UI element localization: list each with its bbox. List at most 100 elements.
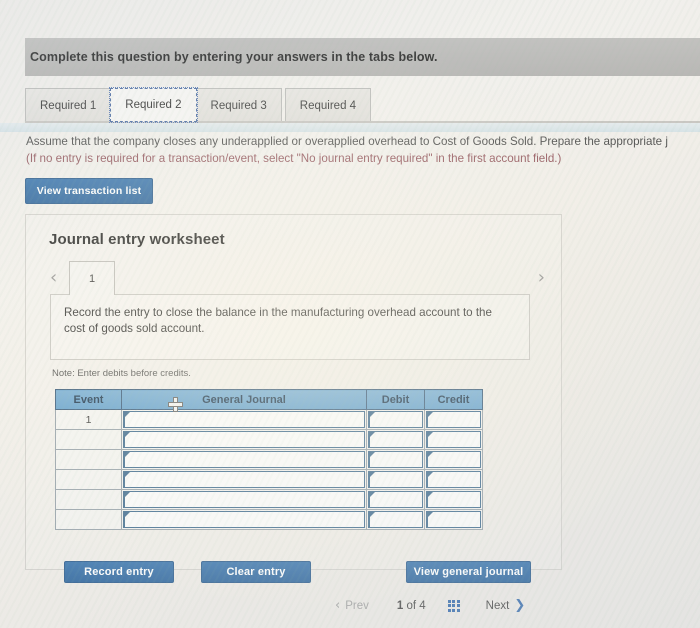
column-header-event: Event bbox=[55, 389, 122, 410]
next-page-button[interactable]: Next ❯ bbox=[486, 598, 526, 613]
record-entry-label: Record entry bbox=[84, 566, 154, 578]
general-journal-input[interactable] bbox=[123, 491, 365, 508]
table-row bbox=[55, 489, 483, 510]
chevron-right-icon[interactable]: › bbox=[538, 267, 545, 288]
tab-required-4[interactable]: Required 4 bbox=[284, 88, 372, 122]
cell-general-journal[interactable] bbox=[121, 449, 367, 470]
table-row bbox=[55, 509, 483, 530]
general-journal-input[interactable] bbox=[123, 511, 365, 528]
cell-event bbox=[55, 469, 122, 490]
tabs-accent-strip bbox=[0, 123, 700, 132]
debit-input[interactable] bbox=[368, 451, 423, 468]
grid-view-icon[interactable] bbox=[447, 599, 460, 612]
cell-event bbox=[55, 489, 122, 510]
cell-credit[interactable] bbox=[424, 469, 483, 490]
required-tabs: Required 1 Required 2 Required 3 Require… bbox=[25, 87, 372, 123]
prev-page-button[interactable]: ‹ Prev bbox=[335, 598, 369, 613]
cell-credit[interactable] bbox=[424, 409, 483, 430]
prev-page-label: Prev bbox=[345, 599, 369, 612]
credit-input[interactable] bbox=[426, 491, 481, 508]
cell-credit[interactable] bbox=[424, 429, 483, 450]
cell-debit[interactable] bbox=[366, 429, 425, 450]
tab-required-3-label: Required 3 bbox=[210, 99, 267, 112]
instructions-line-2: (If no entry is required for a transacti… bbox=[26, 151, 562, 165]
cell-event bbox=[55, 449, 122, 470]
page-counter: 1 of 4 bbox=[397, 600, 426, 612]
cell-debit[interactable] bbox=[366, 449, 425, 470]
tab-required-4-label: Required 4 bbox=[299, 99, 357, 112]
worksheet-entry-nav: ‹ 1 › bbox=[45, 261, 545, 295]
debit-input[interactable] bbox=[368, 431, 423, 448]
credit-input[interactable] bbox=[426, 511, 481, 528]
instruction-band: Complete this question by entering your … bbox=[25, 38, 700, 76]
debit-input[interactable] bbox=[368, 491, 423, 508]
page-counter-of: of bbox=[406, 599, 417, 612]
debit-input[interactable] bbox=[368, 411, 423, 428]
table-row bbox=[55, 469, 483, 490]
tab-required-1[interactable]: Required 1 bbox=[25, 88, 112, 122]
chevron-right-icon: ❯ bbox=[514, 598, 526, 613]
entry-description-box: Record the entry to close the balance in… bbox=[50, 294, 530, 360]
cell-debit[interactable] bbox=[366, 469, 425, 490]
cell-general-journal[interactable] bbox=[121, 409, 367, 430]
debit-input[interactable] bbox=[368, 511, 423, 528]
column-header-debit: Debit bbox=[366, 389, 425, 410]
page-counter-total: 4 bbox=[419, 599, 426, 612]
view-transaction-list-button[interactable]: View transaction list bbox=[25, 178, 153, 204]
credit-input[interactable] bbox=[426, 451, 481, 468]
cell-general-journal[interactable] bbox=[121, 429, 367, 450]
journal-entry-worksheet-panel: Journal entry worksheet ‹ 1 › Record the… bbox=[25, 214, 562, 583]
cell-event: 1 bbox=[55, 409, 122, 430]
question-instructions: Assume that the company closes any under… bbox=[26, 134, 700, 167]
credit-input[interactable] bbox=[426, 471, 481, 488]
tab-required-2-label: Required 2 bbox=[125, 99, 182, 111]
cell-event bbox=[55, 509, 122, 530]
credit-input[interactable] bbox=[426, 411, 481, 428]
worksheet-title: Journal entry worksheet bbox=[49, 231, 225, 248]
cell-credit[interactable] bbox=[424, 489, 483, 510]
instructions-line-1: Assume that the company closes any under… bbox=[26, 135, 668, 148]
worksheet-entry-tab-1[interactable]: 1 bbox=[69, 261, 115, 295]
view-general-journal-button[interactable]: View general journal bbox=[406, 561, 531, 583]
credit-input[interactable] bbox=[426, 431, 481, 448]
cell-general-journal[interactable] bbox=[121, 509, 367, 530]
table-header-row: Event General Journal Debit Credit bbox=[55, 389, 483, 410]
page-counter-current: 1 bbox=[396, 599, 404, 612]
tab-required-2[interactable]: Required 2 bbox=[109, 87, 198, 123]
cell-credit[interactable] bbox=[424, 449, 483, 470]
journal-entry-table-body: 1 bbox=[55, 409, 483, 530]
cell-event bbox=[55, 429, 122, 450]
cell-credit[interactable] bbox=[424, 509, 483, 530]
general-journal-input[interactable] bbox=[123, 411, 365, 428]
page-background: Complete this question by entering your … bbox=[0, 0, 700, 628]
clear-entry-label: Clear entry bbox=[226, 566, 286, 578]
general-journal-input[interactable] bbox=[123, 431, 365, 448]
pagination-bar: ‹ Prev 1 of 4 Next ❯ bbox=[335, 598, 525, 613]
debits-before-credits-note: Note: Enter debits before credits. bbox=[52, 368, 191, 379]
worksheet-entry-tab-1-label: 1 bbox=[88, 272, 96, 285]
cell-general-journal[interactable] bbox=[121, 469, 367, 490]
table-row bbox=[55, 429, 483, 450]
view-general-journal-label: View general journal bbox=[413, 566, 524, 578]
clear-entry-button[interactable]: Clear entry bbox=[201, 561, 311, 583]
record-entry-button[interactable]: Record entry bbox=[64, 561, 174, 583]
cell-debit[interactable] bbox=[366, 489, 425, 510]
entry-description-text: Record the entry to close the balance in… bbox=[64, 306, 492, 335]
tab-required-3[interactable]: Required 3 bbox=[195, 88, 282, 122]
chevron-left-icon: ‹ bbox=[335, 598, 341, 613]
table-row: 1 bbox=[55, 409, 483, 430]
column-header-credit: Credit bbox=[424, 389, 483, 410]
debit-input[interactable] bbox=[368, 471, 423, 488]
next-page-label: Next bbox=[485, 599, 510, 612]
cell-general-journal[interactable] bbox=[121, 489, 367, 510]
chevron-left-icon[interactable]: ‹ bbox=[50, 267, 57, 288]
tab-required-1-label: Required 1 bbox=[40, 99, 97, 112]
general-journal-input[interactable] bbox=[123, 451, 365, 468]
journal-entry-table: Event General Journal Debit Credit 1 bbox=[55, 389, 483, 530]
cell-debit[interactable] bbox=[366, 509, 425, 530]
general-journal-input[interactable] bbox=[123, 471, 365, 488]
table-row bbox=[55, 449, 483, 470]
column-header-general-journal: General Journal bbox=[121, 389, 367, 410]
view-transaction-list-label: View transaction list bbox=[36, 185, 142, 197]
cell-debit[interactable] bbox=[366, 409, 425, 430]
